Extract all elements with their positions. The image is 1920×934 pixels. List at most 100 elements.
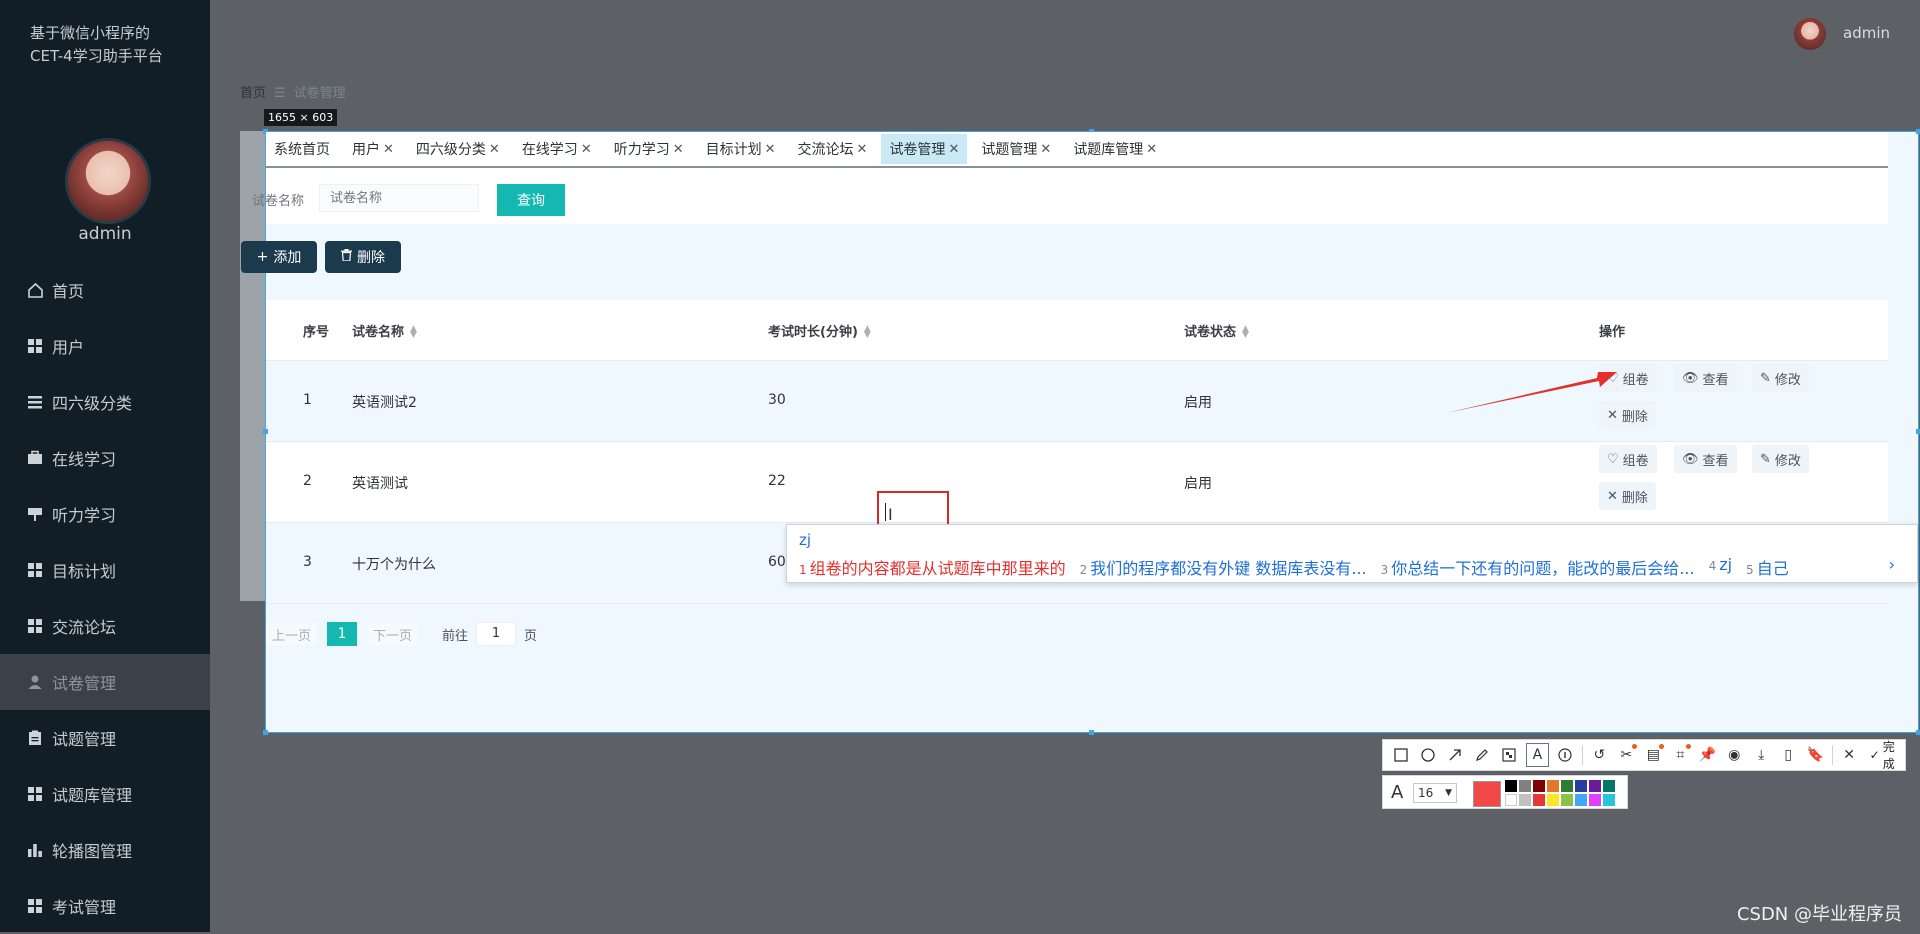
cancel-icon[interactable]: ✕ — [1839, 744, 1860, 766]
color-swatch[interactable] — [1505, 794, 1517, 806]
view-button[interactable]: 👁 查看 — [1674, 364, 1737, 392]
color-swatch[interactable] — [1519, 794, 1531, 806]
pen-tool-icon[interactable] — [1472, 744, 1493, 766]
search-input[interactable] — [319, 184, 479, 212]
selection-handle[interactable] — [1916, 429, 1920, 434]
compose-button[interactable]: ♡ 组卷 — [1599, 364, 1657, 392]
selection-handle[interactable] — [263, 730, 268, 735]
close-icon[interactable]: ✕ — [581, 142, 592, 157]
color-swatch[interactable] — [1519, 780, 1531, 792]
color-swatch[interactable] — [1589, 780, 1601, 792]
close-icon[interactable]: ✕ — [489, 142, 500, 157]
color-swatch[interactable] — [1575, 780, 1587, 792]
chevron-right-icon[interactable]: › — [1889, 555, 1895, 574]
color-swatch[interactable] — [1561, 780, 1573, 792]
download-icon[interactable]: ⤓ — [1751, 744, 1772, 766]
color-swatch[interactable] — [1547, 794, 1559, 806]
sidebar-item-question-management[interactable]: 试题管理 — [0, 710, 210, 766]
goto-page-input[interactable]: 1 — [476, 622, 517, 646]
text-tool-icon[interactable]: A — [1525, 743, 1549, 767]
tab-home[interactable]: 系统首页 — [266, 134, 338, 164]
header-username[interactable]: admin — [1843, 24, 1890, 42]
prev-page-button[interactable]: 上一页 — [266, 623, 318, 645]
rectangle-tool-icon[interactable] — [1391, 744, 1412, 766]
sort-icon[interactable]: ▲ ▼ — [1242, 325, 1249, 340]
color-swatch[interactable] — [1505, 780, 1517, 792]
tab-users[interactable]: 用户 ✕ — [344, 134, 402, 164]
search-button[interactable]: 查询 — [497, 184, 565, 216]
color-swatch[interactable] — [1561, 794, 1573, 806]
selection-handle[interactable] — [1916, 730, 1920, 735]
ime-candidate[interactable]: 4 zj — [1709, 555, 1732, 579]
record-icon[interactable]: ◉ — [1724, 744, 1745, 766]
phone-icon[interactable]: ▯ — [1778, 744, 1799, 766]
column-header-status[interactable]: 试卷状态 ▲ ▼ — [1184, 321, 1249, 340]
sort-icon[interactable]: ▲ ▼ — [410, 325, 417, 340]
page-number-button[interactable]: 1 — [327, 622, 358, 646]
sidebar-item-online-study[interactable]: 在线学习 — [0, 430, 210, 486]
selection-handle[interactable] — [1916, 129, 1920, 134]
close-icon[interactable]: ✕ — [1146, 142, 1157, 157]
ime-candidate[interactable]: 3 你总结一下还有的问题，能改的最后会给... — [1381, 555, 1695, 579]
tab-cet-category[interactable]: 四六级分类 ✕ — [408, 134, 508, 164]
tab-listening[interactable]: 听力学习 ✕ — [606, 134, 692, 164]
close-icon[interactable]: ✕ — [673, 142, 684, 157]
tab-question-bank[interactable]: 试题库管理 ✕ — [1065, 134, 1165, 164]
avatar[interactable] — [1794, 18, 1826, 50]
add-button[interactable]: + 添加 — [241, 241, 317, 273]
color-swatch[interactable] — [1603, 780, 1615, 792]
sidebar-item-home[interactable]: 首页 — [0, 262, 210, 318]
color-swatch[interactable] — [1589, 794, 1601, 806]
color-swatch[interactable] — [1575, 794, 1587, 806]
ime-candidate[interactable]: 1 组卷的内容都是从试题库中那里来的 — [799, 555, 1066, 579]
tab-paper-management[interactable]: 试卷管理 ✕ — [881, 134, 968, 164]
color-swatch[interactable] — [1547, 780, 1559, 792]
edit-button[interactable]: ✎ 修改 — [1752, 364, 1809, 392]
view-button[interactable]: 👁 查看 — [1674, 445, 1737, 473]
close-icon[interactable]: ✕ — [1040, 142, 1051, 157]
sidebar-item-paper-management[interactable]: 试卷管理 — [0, 654, 210, 710]
number-tool-icon[interactable] — [1555, 744, 1576, 766]
translate-icon[interactable]: ▤ — [1643, 744, 1664, 766]
undo-icon[interactable]: ↺ — [1589, 744, 1610, 766]
sidebar-item-carousel[interactable]: 轮播图管理 — [0, 822, 210, 878]
bookmark-icon[interactable]: 🔖 — [1805, 744, 1826, 766]
close-icon[interactable]: ✕ — [857, 142, 868, 157]
color-swatch[interactable] — [1533, 780, 1545, 792]
arrow-tool-icon[interactable] — [1445, 744, 1466, 766]
font-size-select[interactable]: 16 ▼ — [1413, 783, 1457, 803]
ime-candidate[interactable]: 2 我们的程序都没有外键 数据库表没有... — [1080, 555, 1367, 579]
column-header-duration[interactable]: 考试时长(分钟) ▲ ▼ — [768, 321, 871, 340]
sort-icon[interactable]: ▲ ▼ — [864, 325, 871, 340]
sidebar-item-listening[interactable]: 听力学习 — [0, 486, 210, 542]
sidebar-item-forum[interactable]: 交流论坛 — [0, 598, 210, 654]
close-icon[interactable]: ✕ — [383, 142, 394, 157]
close-icon[interactable]: ✕ — [765, 142, 776, 157]
ime-candidate[interactable]: 5 自己 — [1746, 555, 1789, 579]
sidebar-item-cet-category[interactable]: 四六级分类 — [0, 374, 210, 430]
tab-goals[interactable]: 目标计划 ✕ — [698, 134, 784, 164]
next-page-button[interactable]: 下一页 — [367, 623, 419, 645]
tab-question-management[interactable]: 试题管理 ✕ — [973, 134, 1059, 164]
ocr-icon[interactable]: ⌗ — [1670, 744, 1691, 766]
tab-forum[interactable]: 交流论坛 ✕ — [790, 134, 876, 164]
ellipse-tool-icon[interactable] — [1418, 744, 1439, 766]
selection-handle[interactable] — [1089, 730, 1094, 735]
done-button[interactable]: ✓ 完成 — [1870, 738, 1905, 772]
compose-button[interactable]: ♡ 组卷 — [1599, 445, 1657, 473]
color-swatch[interactable] — [1533, 794, 1545, 806]
sidebar-item-goals[interactable]: 目标计划 — [0, 542, 210, 598]
delete-button[interactable]: 删除 — [325, 241, 401, 273]
close-icon[interactable]: ✕ — [948, 142, 959, 157]
sidebar-item-users[interactable]: 用户 — [0, 318, 210, 374]
row-delete-button[interactable]: ✕ 删除 — [1599, 482, 1656, 510]
sidebar-item-exam-management[interactable]: 考试管理 — [0, 878, 210, 934]
color-swatch[interactable] — [1603, 794, 1615, 806]
row-delete-button[interactable]: ✕ 删除 — [1599, 401, 1656, 429]
mosaic-tool-icon[interactable] — [1499, 744, 1520, 766]
scissors-icon[interactable]: ✂ — [1616, 744, 1637, 766]
breadcrumb-home[interactable]: 首页 — [240, 86, 266, 101]
edit-button[interactable]: ✎ 修改 — [1752, 445, 1809, 473]
tab-online-study[interactable]: 在线学习 ✕ — [514, 134, 600, 164]
column-header-name[interactable]: 试卷名称 ▲ ▼ — [352, 321, 417, 340]
